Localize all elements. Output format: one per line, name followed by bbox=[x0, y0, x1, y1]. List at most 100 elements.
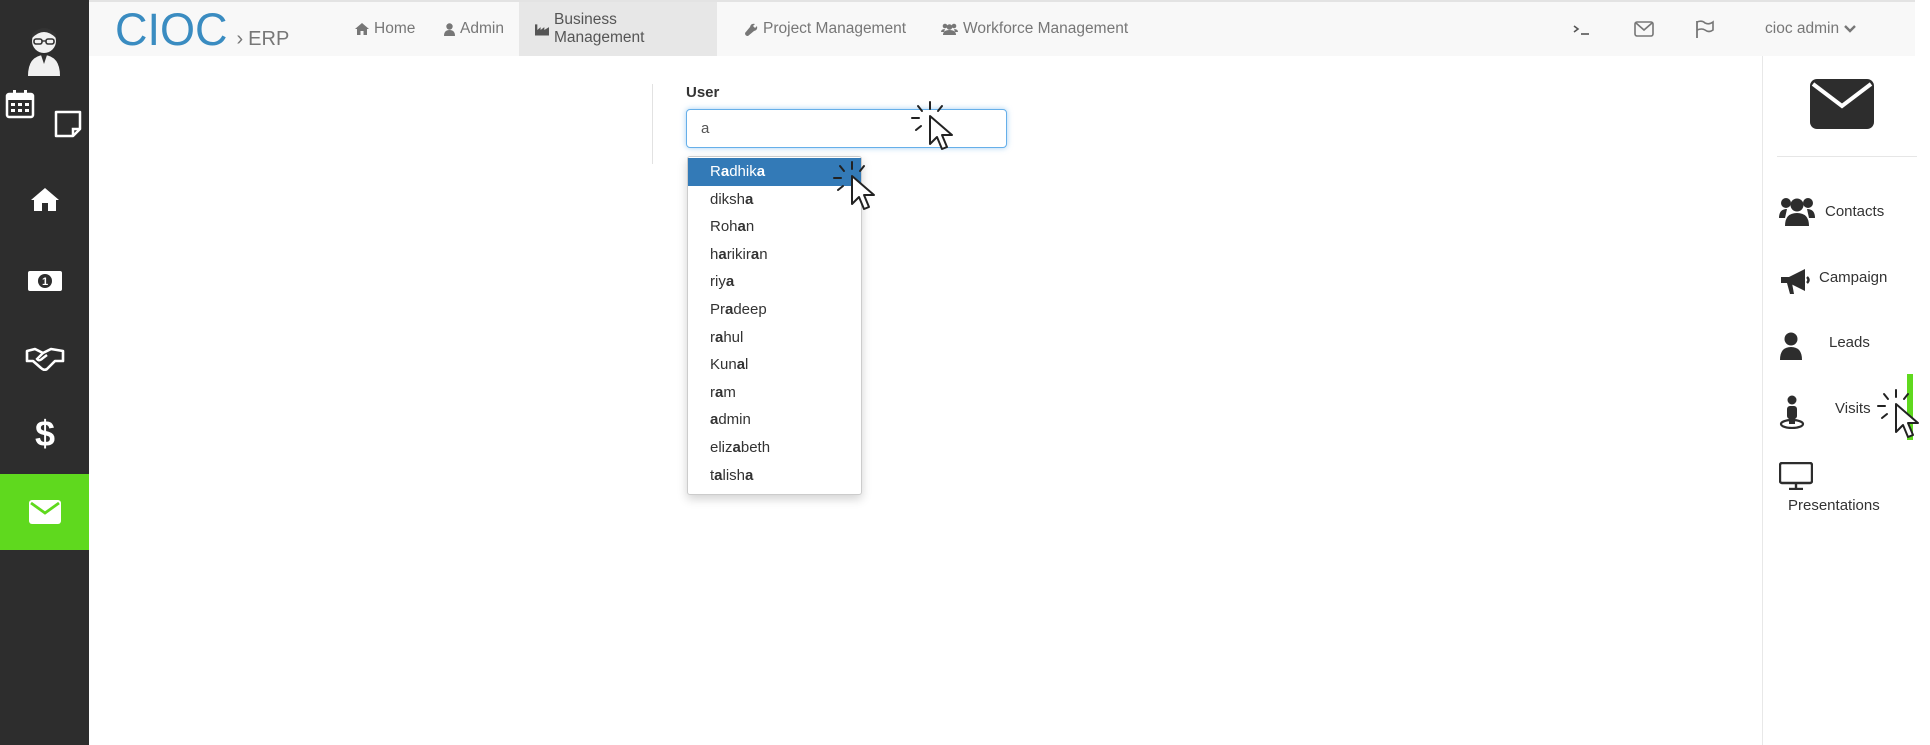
right-panel-contacts[interactable]: Contacts bbox=[1779, 191, 1919, 231]
option-match-text: a bbox=[745, 466, 754, 484]
brand-module: ERP bbox=[248, 28, 290, 50]
form-divider bbox=[652, 84, 653, 164]
dollar-icon[interactable]: $ bbox=[0, 396, 89, 472]
nav-workforce-management[interactable]: Workforce Management bbox=[925, 2, 1144, 56]
wrench-icon bbox=[745, 23, 758, 36]
autocomplete-option[interactable]: harikiran bbox=[688, 241, 861, 269]
option-text: n bbox=[759, 245, 768, 263]
option-text: deep bbox=[733, 300, 767, 318]
autocomplete-option[interactable]: Pradeep bbox=[688, 296, 861, 324]
option-text: rikir bbox=[726, 245, 751, 263]
option-match-text: a bbox=[714, 466, 723, 484]
chevron-down-icon bbox=[1844, 25, 1856, 33]
option-text: eliz bbox=[710, 438, 733, 456]
option-text: l bbox=[745, 356, 749, 374]
right-panel-contacts-label: Contacts bbox=[1825, 202, 1885, 220]
option-text: lish bbox=[722, 466, 746, 484]
option-text: dmin bbox=[718, 411, 751, 429]
nav-workforce-management-label: Workforce Management bbox=[963, 20, 1129, 37]
svg-text:1: 1 bbox=[41, 276, 47, 288]
home-icon[interactable] bbox=[0, 161, 89, 237]
option-text: beth bbox=[740, 438, 771, 456]
autocomplete-option[interactable]: ram bbox=[688, 379, 861, 407]
user-field-label: User bbox=[686, 84, 720, 101]
autocomplete-option[interactable]: rahul bbox=[688, 324, 861, 352]
autocomplete-option[interactable]: diksha bbox=[688, 186, 861, 214]
app-root: 1 $ CIOC › ERP Home Admin Business Manag… bbox=[0, 0, 1930, 745]
brand-separator: › bbox=[236, 28, 244, 50]
calendar-icon[interactable] bbox=[0, 84, 40, 124]
nav-project-management-label: Project Management bbox=[763, 20, 907, 37]
option-text: riy bbox=[710, 273, 726, 291]
right-panel-divider bbox=[1777, 156, 1917, 157]
map-marker-person-icon bbox=[1779, 395, 1805, 429]
option-text: Pr bbox=[710, 300, 725, 318]
option-text: Kun bbox=[710, 356, 737, 374]
top-navbar: CIOC › ERP Home Admin Business Managemen… bbox=[89, 0, 1915, 56]
autocomplete-option[interactable]: talisha bbox=[688, 462, 861, 490]
desktop-icon bbox=[1779, 462, 1813, 490]
nav-home[interactable]: Home bbox=[339, 2, 431, 56]
autocomplete-option[interactable]: admin bbox=[688, 406, 861, 434]
right-panel-presentations[interactable]: Presentations bbox=[1779, 462, 1929, 522]
option-match-text: a bbox=[736, 356, 746, 374]
option-text: n bbox=[745, 218, 755, 236]
industry-icon bbox=[535, 23, 549, 36]
option-match-text: a bbox=[745, 190, 754, 208]
autocomplete-option[interactable]: elizabeth bbox=[688, 434, 861, 462]
envelope-icon[interactable] bbox=[0, 474, 89, 550]
autocomplete-option[interactable]: Radhika bbox=[688, 158, 861, 186]
right-panel-leads-label: Leads bbox=[1829, 333, 1870, 351]
nav-business-management[interactable]: Business Management bbox=[519, 2, 717, 56]
brand-name: CIOC bbox=[115, 4, 228, 55]
terminal-icon[interactable] bbox=[1562, 2, 1602, 56]
option-text: dhik bbox=[729, 163, 757, 180]
bullhorn-icon bbox=[1781, 269, 1810, 294]
right-panel: Contacts Campaign Leads Visits Presentat… bbox=[1762, 56, 1930, 745]
envelope-icon[interactable] bbox=[1624, 2, 1664, 56]
autocomplete-option[interactable]: Kunal bbox=[688, 351, 861, 379]
user-menu[interactable]: cioc admin bbox=[1765, 2, 1856, 56]
right-panel-visits-label: Visits bbox=[1835, 399, 1871, 417]
option-text: R bbox=[710, 163, 721, 180]
autocomplete-option[interactable]: riya bbox=[688, 268, 861, 296]
nav-business-management-label: Business Management bbox=[553, 11, 645, 46]
left-sidebar: 1 $ bbox=[0, 0, 89, 745]
scroll-indicator[interactable] bbox=[1907, 374, 1913, 440]
nav-admin[interactable]: Admin bbox=[428, 2, 520, 56]
right-panel-campaign[interactable]: Campaign bbox=[1779, 257, 1919, 297]
flag-icon[interactable] bbox=[1685, 2, 1725, 56]
user-input[interactable] bbox=[686, 109, 1007, 148]
option-text: hul bbox=[723, 328, 744, 346]
right-panel-campaign-label: Campaign bbox=[1819, 268, 1888, 286]
option-text: m bbox=[723, 383, 736, 401]
option-match-text: a bbox=[718, 245, 727, 263]
nav-admin-label: Admin bbox=[460, 20, 504, 37]
right-panel-leads[interactable]: Leads bbox=[1779, 322, 1919, 362]
nav-project-management[interactable]: Project Management bbox=[729, 2, 922, 56]
option-match-text: a bbox=[725, 273, 735, 291]
svg-text:$: $ bbox=[34, 416, 54, 452]
users-icon bbox=[941, 23, 958, 35]
user-icon bbox=[1780, 332, 1802, 360]
money-icon[interactable]: 1 bbox=[0, 243, 89, 319]
option-match-text: a bbox=[732, 438, 741, 456]
autocomplete-option[interactable]: Rohan bbox=[688, 213, 861, 241]
right-panel-presentations-label: Presentations bbox=[1788, 497, 1880, 514]
brand[interactable]: CIOC › ERP bbox=[115, 6, 289, 54]
option-text: Roh bbox=[710, 218, 738, 236]
option-match-text: a bbox=[750, 245, 760, 263]
users-icon bbox=[1779, 198, 1815, 226]
home-icon bbox=[355, 23, 369, 35]
sticky-note-icon[interactable] bbox=[48, 104, 88, 144]
autocomplete-dropdown: Radhika diksha Rohan harikiran riya Pradeep ra… bbox=[687, 156, 862, 496]
option-match-text: a bbox=[720, 163, 730, 180]
user-menu-label: cioc admin bbox=[1765, 20, 1840, 37]
avatar[interactable] bbox=[24, 24, 64, 76]
envelope-icon[interactable] bbox=[1809, 78, 1875, 130]
nav-home-label: Home bbox=[374, 20, 416, 37]
handshake-icon[interactable] bbox=[0, 320, 89, 396]
right-panel-visits[interactable]: Visits bbox=[1779, 388, 1919, 429]
user-icon bbox=[444, 22, 455, 36]
option-text: diksh bbox=[710, 190, 746, 208]
